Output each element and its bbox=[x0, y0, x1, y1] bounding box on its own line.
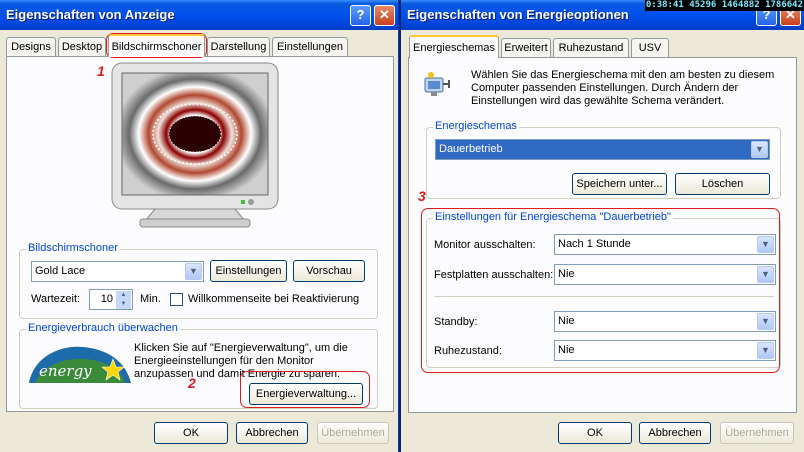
tab-bildschirmschoner[interactable]: Bildschirmschoner bbox=[108, 34, 205, 57]
power-options-titlebar[interactable]: Eigenschaften von Energieoptionen ? ✕ 0:… bbox=[401, 0, 804, 30]
screensaver-settings-button[interactable]: Einstellungen bbox=[210, 260, 287, 282]
energy-star-icon: energy bbox=[29, 346, 131, 383]
ok-button[interactable]: OK bbox=[154, 422, 228, 444]
tab-darstellung[interactable]: Darstellung bbox=[207, 37, 270, 57]
display-properties-window: Eigenschaften von Anzeige ? ✕ Designs De… bbox=[0, 0, 399, 452]
delete-button[interactable]: Löschen bbox=[675, 173, 770, 195]
screensaver-group-label: Bildschirmschoner bbox=[26, 242, 120, 254]
power-schemes-group: Energieschemas Dauerbetrieb ▼ Speichern … bbox=[426, 120, 781, 199]
screensaver-tab-panel: Bildschirmschoner Gold Lace ▼ Einstellun… bbox=[6, 56, 394, 412]
screensaver-select-value: Gold Lace bbox=[35, 265, 86, 277]
spin-up-icon[interactable]: ▲ bbox=[116, 291, 131, 300]
wait-value[interactable]: 10 bbox=[101, 293, 113, 305]
annotation-number-2: 2 bbox=[188, 375, 196, 391]
power-options-window: Eigenschaften von Energieoptionen ? ✕ 0:… bbox=[401, 0, 804, 452]
annotation-highlight-button bbox=[240, 371, 370, 408]
timestamp-overlay: 0:38:41 45296 1464882 1786642 bbox=[644, 0, 804, 11]
power-schemes-group-label: Energieschemas bbox=[433, 120, 519, 132]
power-scheme-select[interactable]: Dauerbetrieb ▼ bbox=[435, 139, 770, 160]
close-icon[interactable]: ✕ bbox=[374, 5, 395, 26]
power-scheme-value: Dauerbetrieb bbox=[439, 143, 503, 155]
save-as-button[interactable]: Speichern unter... bbox=[572, 173, 667, 195]
energy-group-label: Energieverbrauch überwachen bbox=[26, 322, 180, 334]
wait-stepper[interactable]: 10 ▲ ▼ bbox=[89, 289, 133, 310]
tab-energieschemas[interactable]: Energieschemas bbox=[409, 35, 499, 58]
wait-unit-label: Min. bbox=[140, 293, 161, 305]
window-title: Eigenschaften von Energieoptionen bbox=[407, 7, 629, 22]
apply-button[interactable]: Übernehmen bbox=[317, 422, 389, 444]
monitor-graphic bbox=[111, 62, 279, 228]
chevron-down-icon[interactable]: ▼ bbox=[751, 141, 768, 158]
power-icon-graphic bbox=[424, 72, 450, 96]
ok-button[interactable]: OK bbox=[558, 422, 632, 444]
welcome-label: Willkommenseite bei Reaktivierung bbox=[188, 293, 360, 305]
display-properties-titlebar[interactable]: Eigenschaften von Anzeige ? ✕ bbox=[0, 0, 398, 30]
intro-text: Wählen Sie das Energieschema mit den am … bbox=[471, 69, 775, 107]
screensaver-group: Bildschirmschoner Gold Lace ▼ Einstellun… bbox=[19, 242, 378, 319]
tab-designs[interactable]: Designs bbox=[6, 37, 56, 57]
apply-button[interactable]: Übernehmen bbox=[720, 422, 794, 444]
power-plug-icon bbox=[423, 70, 453, 98]
chevron-down-icon[interactable]: ▼ bbox=[185, 263, 202, 280]
annotation-highlight-settings bbox=[421, 208, 780, 373]
spin-down-icon[interactable]: ▼ bbox=[116, 300, 131, 309]
monitor-preview bbox=[110, 61, 280, 229]
annotation-number-1: 1 bbox=[97, 63, 105, 79]
energy-logo-text: energy bbox=[39, 362, 92, 380]
energy-star-logo: energy bbox=[25, 343, 133, 385]
annotation-number-3: 3 bbox=[418, 188, 426, 204]
cancel-button[interactable]: Abbrechen bbox=[236, 422, 308, 444]
tab-desktop[interactable]: Desktop bbox=[58, 37, 106, 57]
tab-usv[interactable]: USV bbox=[631, 38, 669, 58]
tab-erweitert[interactable]: Erweitert bbox=[501, 38, 551, 58]
help-icon[interactable]: ? bbox=[350, 5, 371, 26]
screensaver-preview-button[interactable]: Vorschau bbox=[293, 260, 365, 282]
tab-einstellungen[interactable]: Einstellungen bbox=[272, 37, 348, 57]
window-title: Eigenschaften von Anzeige bbox=[6, 7, 175, 22]
welcome-checkbox[interactable] bbox=[170, 293, 183, 306]
screensaver-select[interactable]: Gold Lace ▼ bbox=[31, 261, 204, 282]
cancel-button[interactable]: Abbrechen bbox=[639, 422, 711, 444]
tab-ruhezustand[interactable]: Ruhezustand bbox=[553, 38, 629, 58]
wait-label: Wartezeit: bbox=[31, 293, 81, 305]
